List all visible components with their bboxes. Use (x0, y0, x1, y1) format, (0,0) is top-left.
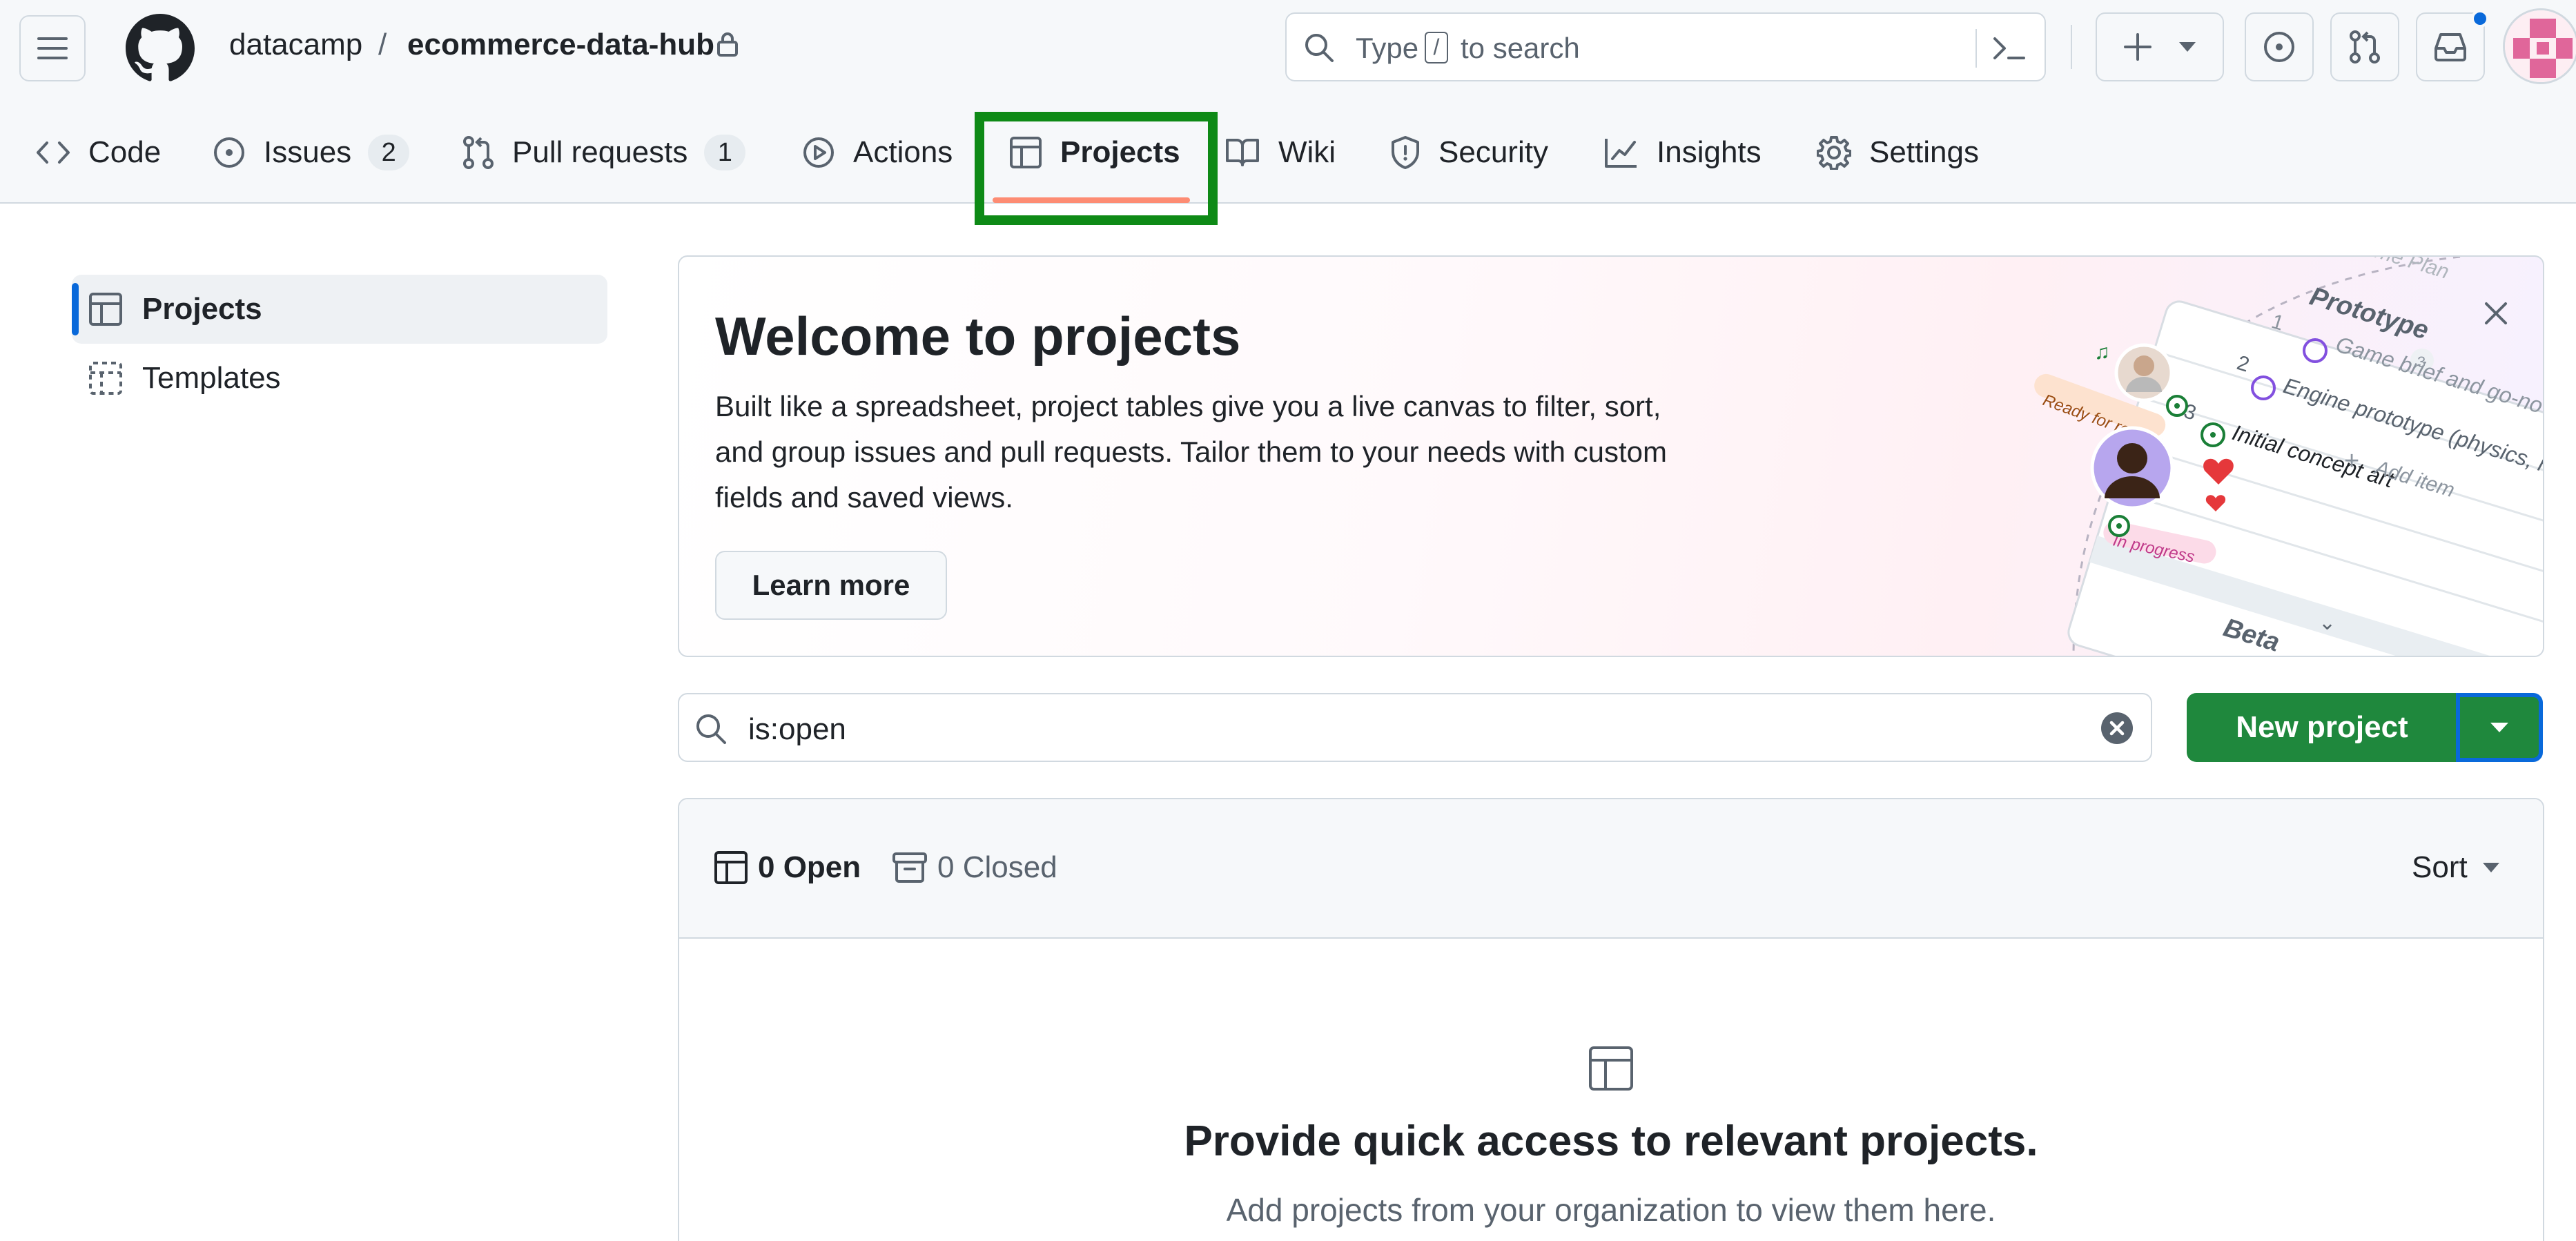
inbox-icon (2434, 33, 2466, 61)
tab-label: Pull requests (512, 135, 688, 169)
sidebar-item-projects[interactable]: Projects (72, 275, 607, 344)
sort-label: Sort (2412, 850, 2468, 884)
sidebar-item-templates[interactable]: Templates (72, 344, 607, 413)
welcome-banner: Welcome to projects Built like a spreads… (678, 255, 2544, 657)
tab-projects-highlight-box (975, 112, 1218, 225)
empty-state-description: Add projects from your organization to v… (1226, 1192, 1996, 1228)
pull-requests-count-badge: 1 (704, 135, 746, 170)
tab-issues[interactable]: Issues 2 (213, 123, 410, 182)
banner-title: Welcome to projects (715, 306, 1241, 367)
project-template-icon (89, 362, 122, 395)
projects-filter-input[interactable]: is:open (678, 693, 2152, 762)
tab-security[interactable]: Security (1390, 123, 1548, 182)
new-project-button[interactable]: New project (2187, 693, 2457, 762)
open-projects-toggle[interactable]: 0 Open (714, 850, 861, 885)
tab-label: Insights (1657, 135, 1762, 169)
close-icon[interactable] (2482, 300, 2510, 327)
git-pull-request-icon (463, 136, 494, 169)
illustration-add-plus: + (2344, 447, 2359, 476)
repo-path-separator: / (378, 28, 387, 61)
sidebar-active-indicator (72, 283, 79, 335)
projects-illustration: me Plan Prototype 3 1 Game brief and go-… (2034, 257, 2543, 656)
sidebar-item-label: Projects (142, 292, 262, 326)
search-placeholder-suffix: to search (1461, 32, 1580, 64)
your-issues-button[interactable] (2245, 12, 2314, 81)
play-icon (803, 137, 834, 168)
triangle-down-icon (2179, 42, 2196, 52)
hamburger-icon (37, 37, 68, 59)
gear-icon (1817, 136, 1851, 170)
table-icon (1589, 1046, 1633, 1091)
illustration-top-fragment: me Plan (2372, 257, 2452, 284)
sort-dropdown[interactable]: Sort (2412, 850, 2499, 885)
search-icon (1305, 34, 1334, 62)
tab-label: Issues (264, 135, 352, 169)
git-pull-request-icon (2350, 30, 2380, 63)
tab-settings[interactable]: Settings (1817, 123, 1979, 182)
global-search-input[interactable]: Type / to search (1285, 12, 2046, 81)
table-icon (89, 293, 122, 326)
graph-icon (1605, 139, 1637, 168)
user-avatar[interactable] (2503, 8, 2576, 84)
illustration-music-note: ♫ (2094, 341, 2110, 364)
illustration-group-prototype: Prototype (2306, 282, 2432, 345)
open-count-label: 0 Open (758, 850, 861, 884)
tab-insights[interactable]: Insights (1604, 123, 1762, 182)
unread-notification-dot (2471, 10, 2489, 28)
banner-description: Built like a spreadsheet, project tables… (715, 390, 1667, 514)
command-palette-icon[interactable] (1992, 35, 2027, 62)
issues-count-badge: 2 (368, 135, 410, 170)
tab-label: Actions (853, 135, 953, 169)
tab-wiki[interactable]: Wiki (1224, 123, 1336, 182)
closed-projects-toggle[interactable]: 0 Closed (892, 850, 1057, 885)
tab-label: Security (1438, 135, 1548, 169)
issue-opened-icon (2264, 32, 2294, 62)
illustration-row-num: 1 (2269, 310, 2287, 335)
repo-owner-link[interactable]: datacamp (229, 28, 362, 62)
x-circle-fill-icon[interactable] (2100, 711, 2134, 745)
tab-actions[interactable]: Actions (802, 123, 953, 182)
create-new-button[interactable] (2096, 12, 2224, 81)
plus-icon (2124, 33, 2151, 61)
table-icon (714, 851, 748, 884)
triangle-down-icon (2490, 723, 2508, 732)
tab-pull-requests[interactable]: Pull requests 1 (462, 123, 746, 182)
search-icon (696, 714, 726, 744)
issue-opened-icon (214, 137, 244, 168)
code-icon (37, 141, 70, 164)
filter-query: is:open (748, 712, 846, 746)
github-logo-icon[interactable] (126, 14, 195, 83)
menu-button[interactable] (19, 15, 86, 81)
tab-code[interactable]: Code (36, 123, 161, 182)
search-divider (1975, 29, 1977, 68)
triangle-down-icon (2482, 863, 2499, 872)
new-project-menu-button[interactable] (2456, 693, 2543, 762)
search-shortcut-key: / (1425, 32, 1448, 63)
lock-icon (717, 32, 738, 57)
tab-label: Code (88, 135, 162, 169)
header-divider (2071, 25, 2072, 69)
identicon-avatar-icon (2505, 10, 2576, 82)
your-pull-requests-button[interactable] (2330, 12, 2399, 81)
illustration-chevron: ⌄ (2319, 612, 2336, 634)
learn-more-button[interactable]: Learn more (715, 551, 947, 620)
tab-label: Wiki (1278, 135, 1336, 169)
search-placeholder-prefix: Type (1356, 32, 1419, 64)
repo-name-link[interactable]: ecommerce-data-hub (407, 28, 714, 62)
book-icon (1226, 139, 1259, 166)
shield-icon (1392, 136, 1419, 169)
empty-state-title: Provide quick access to relevant project… (1184, 1117, 2038, 1165)
archive-icon (892, 852, 927, 883)
closed-count-label: 0 Closed (937, 850, 1057, 884)
sidebar-item-label: Templates (142, 361, 281, 395)
projects-list-header: 0 Open 0 Closed Sort (679, 799, 2543, 939)
tab-label: Settings (1869, 135, 1979, 169)
projects-list: 0 Open 0 Closed Sort Provide quick acces… (678, 798, 2544, 1241)
app-header: datacamp / ecommerce-data-hub Type / to … (0, 0, 2576, 204)
